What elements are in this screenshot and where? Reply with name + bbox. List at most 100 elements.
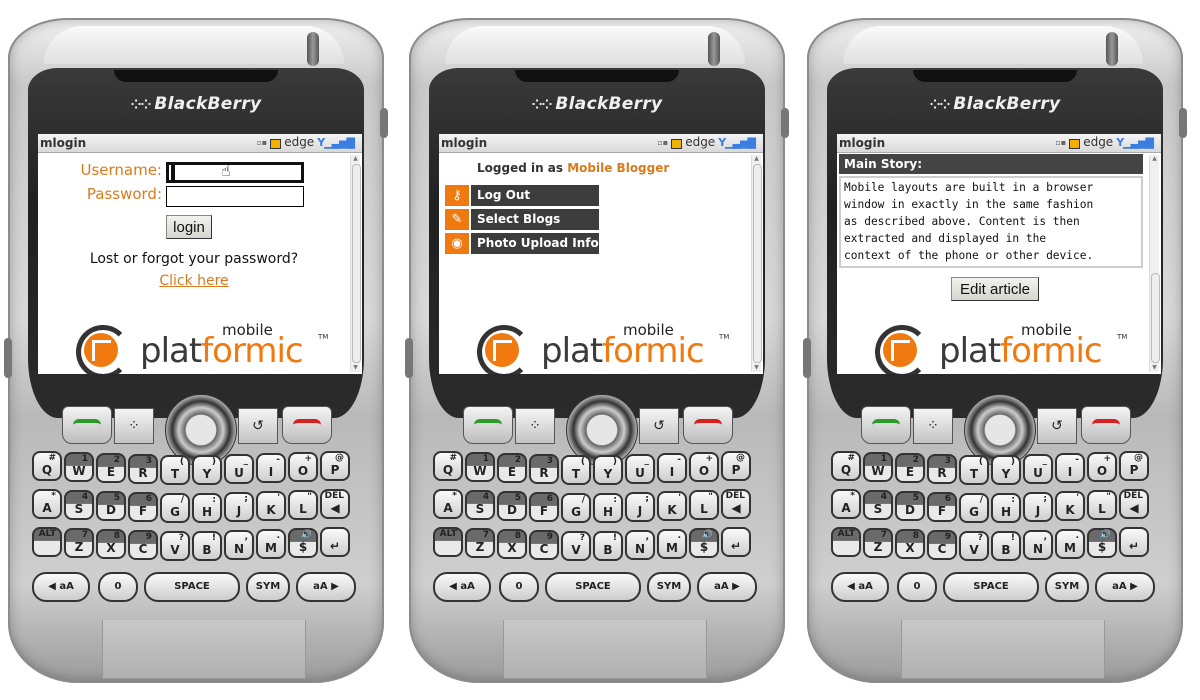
scrollbar[interactable]: ▲ ▼ (751, 155, 762, 372)
key-h[interactable]: :H (192, 493, 222, 524)
key-u[interactable]: _ U (1023, 454, 1053, 485)
convenience-key[interactable] (708, 32, 720, 66)
click-here-link[interactable]: Click here (159, 273, 228, 289)
key-o[interactable]: + O (288, 451, 318, 482)
key-a[interactable]: * A (831, 488, 861, 519)
key-s[interactable]: 4S (64, 489, 94, 520)
key-v[interactable]: ? V (160, 531, 190, 562)
menu-item-photo-upload-info[interactable]: ◉ Photo Upload Info (445, 233, 599, 254)
key-t[interactable]: (T (959, 455, 989, 486)
key-c[interactable]: 9C (927, 530, 957, 561)
call-button[interactable] (62, 406, 112, 444)
key-a[interactable]: * A (32, 488, 62, 519)
key-o[interactable]: + O (689, 451, 719, 482)
login-button[interactable]: login (166, 215, 212, 239)
key-x[interactable]: 8X (895, 529, 925, 559)
key-e[interactable]: 2E (96, 453, 126, 483)
key-m[interactable]: .M (657, 529, 687, 559)
key-s[interactable]: 4S (863, 489, 893, 520)
space-key[interactable]: SPACE (144, 572, 240, 602)
key-q[interactable]: # Q (32, 450, 62, 481)
key-g[interactable]: / G (561, 493, 591, 524)
key-0[interactable]: 0 (98, 572, 138, 602)
key-i[interactable]: -I (1055, 453, 1085, 483)
key-r[interactable]: 3R (529, 454, 559, 485)
menu-item-log-out[interactable]: ⚷ Log Out (445, 185, 599, 206)
key-◀[interactable]: DEL ◀ (721, 488, 751, 519)
key-g[interactable]: / G (959, 493, 989, 524)
key-↵[interactable]: ↵ (1119, 526, 1149, 557)
key-q[interactable]: # Q (831, 450, 861, 481)
key-p[interactable]: @ P (1119, 450, 1149, 481)
key-n[interactable]: ,N (1023, 530, 1053, 561)
end-call-button[interactable] (1081, 406, 1131, 444)
key-b[interactable]: ! B (991, 531, 1021, 562)
menu-key[interactable]: ⁘ (515, 408, 555, 444)
side-key-left[interactable] (405, 338, 413, 378)
key-f[interactable]: 6F (529, 492, 559, 523)
scroll-down-icon[interactable]: ▼ (1151, 365, 1158, 371)
key-j[interactable]: ; J (224, 492, 254, 523)
key-p[interactable]: @ P (320, 450, 350, 481)
key-j[interactable]: ; J (1023, 492, 1053, 523)
key-b[interactable]: ! B (192, 531, 222, 562)
key-n[interactable]: ,N (224, 530, 254, 561)
key-q[interactable]: # Q (433, 450, 463, 481)
key-c[interactable]: 9C (128, 530, 158, 561)
key-t[interactable]: (T (160, 455, 190, 486)
scrollbar[interactable]: ▲ ▼ (350, 155, 361, 372)
key-d[interactable]: 5D (497, 491, 527, 521)
key-l[interactable]: " L (689, 489, 719, 520)
key-h[interactable]: :H (593, 493, 623, 524)
key-d[interactable]: 5D (96, 491, 126, 521)
key-◀[interactable]: DEL ◀ (1119, 488, 1149, 519)
key-b[interactable]: ! B (593, 531, 623, 562)
edit-article-button[interactable]: Edit article (951, 277, 1039, 301)
shift-right-key[interactable]: aA ▶ (697, 572, 757, 602)
key-↵[interactable]: ↵ (320, 526, 350, 557)
key-i[interactable]: -I (256, 453, 286, 483)
end-call-button[interactable] (683, 406, 733, 444)
key-alt[interactable]: ALT (433, 526, 463, 557)
key-k[interactable]: ' K (1055, 491, 1085, 521)
back-key[interactable]: ↺ (1037, 408, 1077, 444)
scroll-thumb[interactable] (352, 164, 361, 363)
scroll-up-icon[interactable]: ▲ (753, 156, 760, 162)
password-input[interactable] (166, 186, 304, 207)
key-e[interactable]: 2E (497, 453, 527, 483)
key-k[interactable]: ' K (657, 491, 687, 521)
key-$[interactable]: 🔊 $ (288, 527, 318, 558)
key-$[interactable]: 🔊 $ (689, 527, 719, 558)
key-↵[interactable]: ↵ (721, 526, 751, 557)
key-0[interactable]: 0 (897, 572, 937, 602)
scroll-thumb[interactable] (1151, 273, 1160, 363)
convenience-key[interactable] (1106, 32, 1118, 66)
key-f[interactable]: 6F (927, 492, 957, 523)
key-i[interactable]: -I (657, 453, 687, 483)
scroll-up-icon[interactable]: ▲ (1151, 156, 1158, 162)
key-t[interactable]: (T (561, 455, 591, 486)
key-v[interactable]: ? V (959, 531, 989, 562)
key-0[interactable]: 0 (499, 572, 539, 602)
key-g[interactable]: / G (160, 493, 190, 524)
key-r[interactable]: 3R (927, 454, 957, 485)
key-j[interactable]: ; J (625, 492, 655, 523)
key-m[interactable]: .M (256, 529, 286, 559)
key-o[interactable]: + O (1087, 451, 1117, 482)
back-key[interactable]: ↺ (238, 408, 278, 444)
key-e[interactable]: 2E (895, 453, 925, 483)
space-key[interactable]: SPACE (943, 572, 1039, 602)
username-input[interactable]: ☝ (166, 161, 304, 183)
key-z[interactable]: 7Z (64, 527, 94, 558)
shift-left-key[interactable]: ◀ aA (433, 572, 491, 602)
side-key-left[interactable] (803, 338, 811, 378)
key-z[interactable]: 7Z (465, 527, 495, 558)
sym-key[interactable]: SYM (1045, 572, 1089, 602)
key-z[interactable]: 7Z (863, 527, 893, 558)
key-w[interactable]: 1W (863, 451, 893, 482)
key-u[interactable]: _ U (625, 454, 655, 485)
menu-key[interactable]: ⁘ (913, 408, 953, 444)
key-l[interactable]: " L (1087, 489, 1117, 520)
menu-key[interactable]: ⁘ (114, 408, 154, 444)
scroll-up-icon[interactable]: ▲ (352, 156, 359, 162)
